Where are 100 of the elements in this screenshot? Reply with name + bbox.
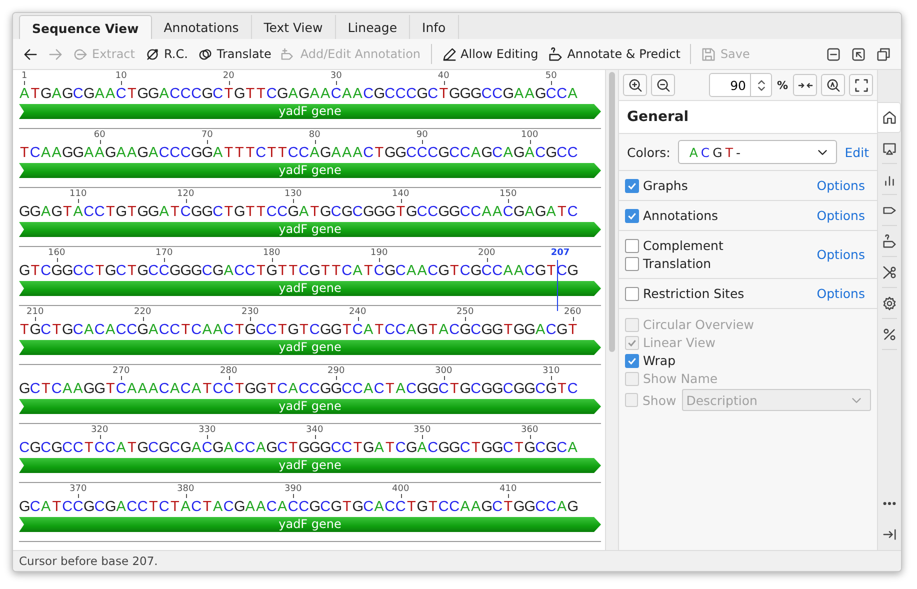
position-label: 50: [545, 71, 557, 81]
position-label: 280: [220, 366, 238, 376]
tag-question-icon: [882, 234, 897, 248]
options-link[interactable]: Options: [816, 178, 865, 193]
checkbox-label: Show Name: [643, 371, 718, 386]
position-label: 270: [112, 366, 130, 376]
tab[interactable]: Sequence View: [19, 15, 152, 39]
back-arrow-icon: [23, 46, 38, 62]
percent-icon: [882, 326, 897, 342]
position-label: 170: [156, 248, 173, 258]
position-label: 110: [70, 189, 87, 199]
edit-link[interactable]: Edit: [844, 144, 869, 160]
position-label: 390: [284, 484, 302, 494]
expand-icon: [854, 78, 868, 92]
position-label: 330: [198, 425, 216, 435]
checkbox[interactable]: [625, 178, 639, 192]
zoom-field[interactable]: 90: [709, 73, 751, 97]
toolbar-button[interactable]: R.C.: [140, 44, 192, 64]
position-label: 310: [542, 366, 560, 376]
position-label: 100: [521, 130, 538, 140]
position-label: 190: [370, 248, 388, 258]
sequence-text[interactable]: GCTCAAGGTCAAACACATCCTGGTCACCGGCCACTACGGCTGCGGCGGCGTC: [19, 381, 602, 397]
toolbar-button[interactable]: Translate: [194, 44, 276, 64]
zoom-in-icon: [628, 78, 642, 92]
position-label: 340: [306, 425, 324, 435]
tag-question-icon: [548, 46, 564, 62]
position-label: 20: [222, 71, 234, 81]
position-label: 140: [392, 189, 410, 199]
sequence-text[interactable]: GGAGTACCTGTGGATCGGCTGTTCCGATGCGCGGGTGCCGGCCAACGAGATC: [19, 204, 602, 220]
pencil-icon: [442, 46, 457, 62]
scrollbar-thumb[interactable]: [609, 72, 615, 352]
colors-label: Colors:: [627, 144, 670, 160]
panel-title: General: [619, 100, 877, 134]
status-text: Cursor before base 207.: [13, 550, 901, 571]
checkbox-label: Show: [642, 392, 676, 408]
fullscreen-button[interactable]: [849, 74, 873, 96]
position-label: 150: [500, 189, 517, 199]
position-label: 120: [177, 189, 194, 199]
checkbox-label: Annotations: [643, 208, 718, 223]
position-label: 90: [416, 130, 428, 140]
checkbox-label: Restriction Sites: [643, 286, 744, 301]
checkbox[interactable]: [625, 286, 639, 300]
check-icon: [627, 180, 637, 190]
zoom-in-button[interactable]: [623, 74, 647, 96]
sequence-text[interactable]: TGCTGCACACCGACCTCAACTGCCTGTCGGTCATCCAGTACGCGGTGGACGT: [19, 322, 602, 338]
position-label: 160: [48, 248, 66, 258]
position-label: 320: [91, 425, 108, 435]
percent-label: %: [777, 78, 788, 92]
double-circle-icon: [198, 46, 213, 62]
options-link[interactable]: Options: [816, 247, 865, 262]
home-icon: [882, 110, 896, 125]
forward-arrow-icon: [48, 46, 63, 62]
position-label: 70: [201, 130, 213, 140]
side-tab[interactable]: [878, 102, 901, 133]
checkbox-label: Complement: [643, 238, 724, 253]
position-label: 40: [438, 71, 450, 81]
checkbox[interactable]: [625, 256, 639, 270]
colors-dropdown[interactable]: A C G T -: [678, 140, 837, 164]
checkbox[interactable]: [625, 208, 639, 222]
monitor-icon: [882, 140, 897, 156]
position-label: 230: [242, 307, 259, 317]
sequence-text[interactable]: TCAAGGAAGAAGACCCGGATTTCTTCCAGAAACTGGCCCGCCAGCAGACGCC: [19, 145, 602, 161]
cursor-position-label: 207: [550, 248, 570, 258]
position-label: 350: [414, 425, 431, 435]
zoom-out-button[interactable]: [651, 74, 675, 96]
checkbox-label: Translation: [643, 256, 712, 271]
checkbox[interactable]: [625, 238, 639, 252]
save-icon: [701, 46, 716, 62]
sequence-text[interactable]: CGCGCCTCCATGCGCGACGACCAGCTGGGCCTGATCGACGGCTGGCTGCGCA: [19, 440, 602, 456]
window-restore-icon: [851, 46, 866, 62]
sequence-text[interactable]: GCATCCGCGACCTCTACTACGAACACCGCGTGCACCTGTCCAAGCTGGCCAG: [19, 499, 602, 515]
position-label: 210: [26, 307, 44, 317]
toolbar-button[interactable]: Annotate & Predict: [544, 44, 684, 64]
collapse-panel-icon: [882, 527, 897, 542]
magnifier-icon: [826, 78, 840, 92]
position-label: 410: [500, 484, 517, 494]
checkbox-label: Circular Overview: [643, 317, 754, 332]
position-label: 380: [177, 484, 194, 494]
position-label: 130: [284, 189, 302, 199]
exit-arrow-icon: [73, 46, 88, 62]
position-label: 290: [328, 366, 345, 376]
position-label: 360: [521, 425, 538, 435]
zoom-out-icon: [656, 78, 670, 92]
position-label: 300: [435, 366, 452, 376]
position-label: 180: [263, 248, 280, 258]
fit-width-button[interactable]: [793, 74, 817, 96]
options-link[interactable]: Options: [816, 286, 865, 301]
position-label: 200: [478, 248, 496, 258]
checkbox-label: Graphs: [643, 178, 688, 193]
position-label: 60: [94, 130, 106, 140]
toolbar-button[interactable]: Allow Editing: [438, 44, 542, 64]
spinner-button[interactable]: [751, 73, 772, 97]
options-link[interactable]: Options: [816, 208, 865, 223]
position-label: 260: [564, 307, 582, 317]
checkbox-label: Wrap: [643, 353, 676, 368]
checkbox-label: Linear View: [643, 335, 716, 350]
position-label: 10: [115, 71, 127, 81]
checkbox[interactable]: [625, 354, 639, 368]
sequence-text[interactable]: ATGAGCGAACTGGACCCGCTGTTCGAGAACAACGCCCGCTGGGCCGAAGCCA: [19, 86, 602, 102]
zoom-fit-button[interactable]: [821, 74, 845, 96]
